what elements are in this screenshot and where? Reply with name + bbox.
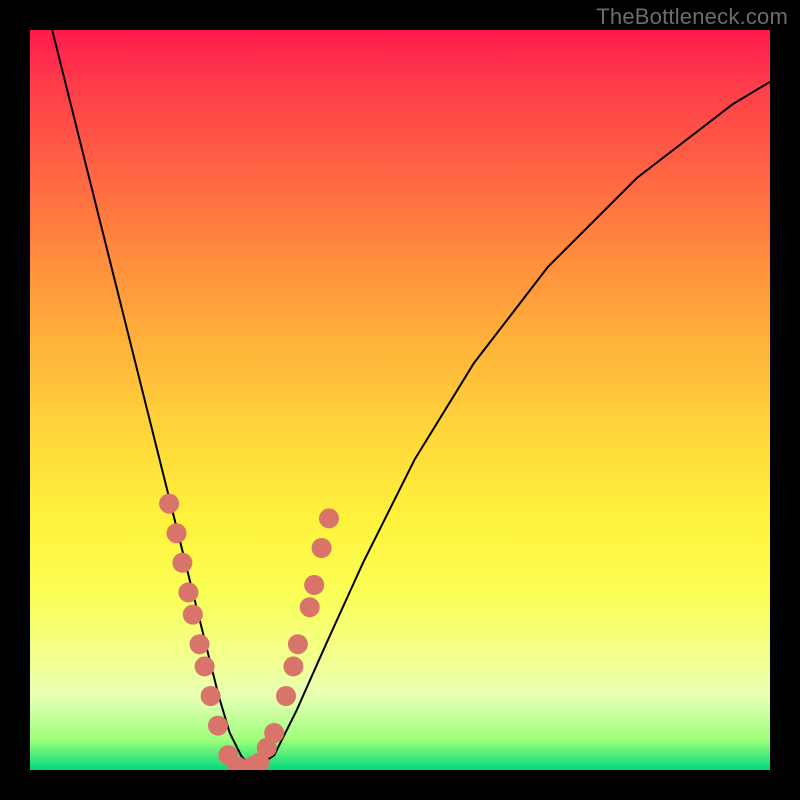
curve-dot <box>201 686 221 706</box>
curve-dot <box>312 538 332 558</box>
curve-dot <box>195 656 215 676</box>
curve-dot <box>319 508 339 528</box>
watermark-text: TheBottleneck.com <box>596 4 788 30</box>
curve-dot <box>288 634 308 654</box>
curve-dot <box>178 582 198 602</box>
curve-dots-group <box>159 494 339 770</box>
curve-dot <box>167 523 187 543</box>
curve-dot <box>208 716 228 736</box>
bottleneck-curve <box>52 30 770 770</box>
curve-dot <box>159 494 179 514</box>
curve-dot <box>304 575 324 595</box>
chart-frame: TheBottleneck.com <box>0 0 800 800</box>
curve-dot <box>190 634 210 654</box>
curve-dot <box>283 656 303 676</box>
curve-dot <box>183 605 203 625</box>
curve-svg <box>30 30 770 770</box>
curve-dot <box>172 553 192 573</box>
curve-dot <box>300 597 320 617</box>
curve-dot <box>276 686 296 706</box>
plot-area <box>30 30 770 770</box>
curve-dot <box>264 723 284 743</box>
